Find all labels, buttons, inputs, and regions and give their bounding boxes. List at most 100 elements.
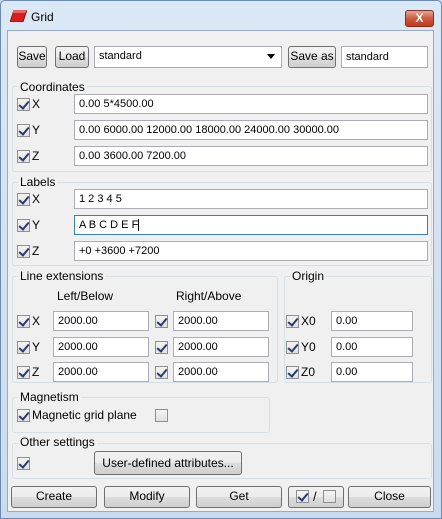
origin-y0-value: 0.00 bbox=[336, 341, 358, 353]
coord-y-value: 0.00 6000.00 12000.00 18000.00 24000.00 … bbox=[79, 124, 339, 136]
window-title: Grid bbox=[31, 10, 54, 24]
modify-button-label: Modify bbox=[129, 489, 165, 503]
coord-y-label: Y bbox=[32, 123, 41, 137]
coord-z-input[interactable]: 0.00 3600.00 7200.00 bbox=[74, 146, 428, 166]
save-button-label: Save bbox=[18, 49, 46, 63]
label-z-input[interactable]: +0 +3600 +7200 bbox=[74, 241, 428, 261]
ext-x-right-checkbox[interactable] bbox=[155, 315, 168, 328]
label-x-input[interactable]: 1 2 3 4 5 bbox=[74, 189, 428, 209]
text-cursor bbox=[138, 219, 140, 232]
close-button[interactable]: Close bbox=[348, 486, 431, 508]
origin-x0-value: 0.00 bbox=[336, 315, 358, 327]
ext-x-right-input[interactable]: 2000.00 bbox=[173, 311, 269, 331]
ext-z-right-checkbox[interactable] bbox=[155, 366, 168, 379]
ext-y-right-checkbox[interactable] bbox=[155, 341, 168, 354]
dialog-body: Save Load standard Save as standard Coor… bbox=[7, 30, 434, 512]
coordinates-group-title: Coordinates bbox=[18, 80, 87, 94]
ext-y-label: Y bbox=[32, 340, 41, 354]
labels-group-title: Labels bbox=[18, 175, 58, 189]
label-x-label: X bbox=[32, 192, 41, 206]
modify-button[interactable]: Modify bbox=[104, 486, 190, 508]
coord-z-checkbox[interactable] bbox=[17, 150, 30, 163]
toggle-all-button[interactable]: / bbox=[288, 486, 344, 508]
create-button[interactable]: Create bbox=[11, 486, 97, 508]
ext-y-right-input[interactable]: 2000.00 bbox=[173, 337, 269, 357]
coord-x-value: 0.00 5*4500.00 bbox=[79, 98, 154, 110]
origin-x0-checkbox[interactable] bbox=[286, 315, 299, 328]
checked-box-icon bbox=[296, 490, 309, 503]
line-extensions-group-title: Line extensions bbox=[18, 269, 106, 283]
ext-y-left-value: 2000.00 bbox=[58, 341, 98, 353]
ext-x-checkbox[interactable] bbox=[17, 315, 30, 328]
coord-y-input[interactable]: 0.00 6000.00 12000.00 18000.00 24000.00 … bbox=[74, 120, 428, 140]
preset-select[interactable]: standard bbox=[94, 46, 282, 68]
coord-x-checkbox[interactable] bbox=[17, 98, 30, 111]
get-button[interactable]: Get bbox=[196, 486, 282, 508]
label-y-input[interactable]: A B C D E F bbox=[74, 215, 428, 235]
ext-x-label: X bbox=[32, 314, 41, 328]
magnetism-group-title: Magnetism bbox=[18, 390, 81, 404]
title-bar[interactable]: Grid X bbox=[1, 1, 441, 31]
create-button-label: Create bbox=[35, 489, 73, 503]
app-icon bbox=[10, 10, 27, 22]
save-as-input[interactable]: standard bbox=[341, 46, 428, 68]
label-y-value: A B C D E F bbox=[79, 219, 139, 231]
preset-select-value: standard bbox=[99, 50, 142, 62]
window-close-button[interactable]: X bbox=[405, 10, 434, 27]
toggle-separator: / bbox=[313, 489, 317, 504]
origin-y0-label: Y0 bbox=[301, 340, 316, 354]
origin-z0-label: Z0 bbox=[301, 365, 316, 379]
load-button[interactable]: Load bbox=[55, 46, 89, 68]
unchecked-box-icon bbox=[323, 490, 336, 503]
origin-z0-checkbox[interactable] bbox=[286, 366, 299, 379]
ext-z-checkbox[interactable] bbox=[17, 366, 30, 379]
ext-y-left-input[interactable]: 2000.00 bbox=[53, 337, 149, 357]
load-button-label: Load bbox=[58, 49, 86, 63]
ext-z-left-input[interactable]: 2000.00 bbox=[53, 362, 149, 382]
origin-x0-label: X0 bbox=[301, 314, 316, 328]
ext-x-left-input[interactable]: 2000.00 bbox=[53, 311, 149, 331]
ext-z-right-input[interactable]: 2000.00 bbox=[173, 362, 269, 382]
origin-y0-input[interactable]: 0.00 bbox=[331, 337, 413, 357]
save-as-input-value: standard bbox=[346, 51, 389, 63]
close-button-label: Close bbox=[374, 489, 405, 503]
origin-z0-input[interactable]: 0.00 bbox=[331, 362, 413, 382]
origin-x0-input[interactable]: 0.00 bbox=[331, 311, 413, 331]
origin-group-title: Origin bbox=[290, 269, 327, 283]
origin-y0-checkbox[interactable] bbox=[286, 341, 299, 354]
get-button-label: Get bbox=[229, 489, 249, 503]
label-z-label: Z bbox=[32, 244, 40, 258]
coord-y-checkbox[interactable] bbox=[17, 124, 30, 137]
origin-z0-value: 0.00 bbox=[336, 366, 358, 378]
magnetic-grid-plane-checkbox[interactable] bbox=[17, 409, 30, 422]
coord-x-label: X bbox=[32, 97, 41, 111]
magnetic-grid-plane-label: Magnetic grid plane bbox=[32, 408, 137, 422]
close-icon: X bbox=[415, 11, 424, 25]
left-below-header: Left/Below bbox=[57, 289, 114, 303]
save-as-button-label: Save as bbox=[290, 49, 334, 63]
ext-y-right-value: 2000.00 bbox=[178, 341, 218, 353]
coord-z-value: 0.00 3600.00 7200.00 bbox=[79, 150, 187, 162]
user-defined-attributes-button-label: User-defined attributes... bbox=[102, 456, 234, 470]
ext-z-left-value: 2000.00 bbox=[58, 366, 98, 378]
other-settings-checkbox[interactable] bbox=[17, 457, 30, 470]
save-as-button[interactable]: Save as bbox=[288, 46, 336, 68]
label-z-value: +0 +3600 +7200 bbox=[79, 245, 160, 257]
magnetic-grid-plane-filter-checkbox[interactable] bbox=[155, 409, 168, 422]
ext-x-left-value: 2000.00 bbox=[58, 315, 98, 327]
save-button[interactable]: Save bbox=[17, 46, 47, 68]
chevron-down-icon[interactable] bbox=[267, 54, 275, 59]
other-settings-group-title: Other settings bbox=[18, 435, 97, 449]
label-x-checkbox[interactable] bbox=[17, 193, 30, 206]
coord-x-input[interactable]: 0.00 5*4500.00 bbox=[74, 94, 428, 114]
coord-z-label: Z bbox=[32, 149, 40, 163]
ext-z-right-value: 2000.00 bbox=[178, 366, 218, 378]
right-above-header: Right/Above bbox=[176, 289, 242, 303]
user-defined-attributes-button[interactable]: User-defined attributes... bbox=[94, 451, 242, 475]
ext-y-checkbox[interactable] bbox=[17, 341, 30, 354]
label-y-checkbox[interactable] bbox=[17, 219, 30, 232]
label-y-label: Y bbox=[32, 218, 41, 232]
ext-z-label: Z bbox=[32, 365, 40, 379]
ext-x-right-value: 2000.00 bbox=[178, 315, 218, 327]
label-z-checkbox[interactable] bbox=[17, 245, 30, 258]
